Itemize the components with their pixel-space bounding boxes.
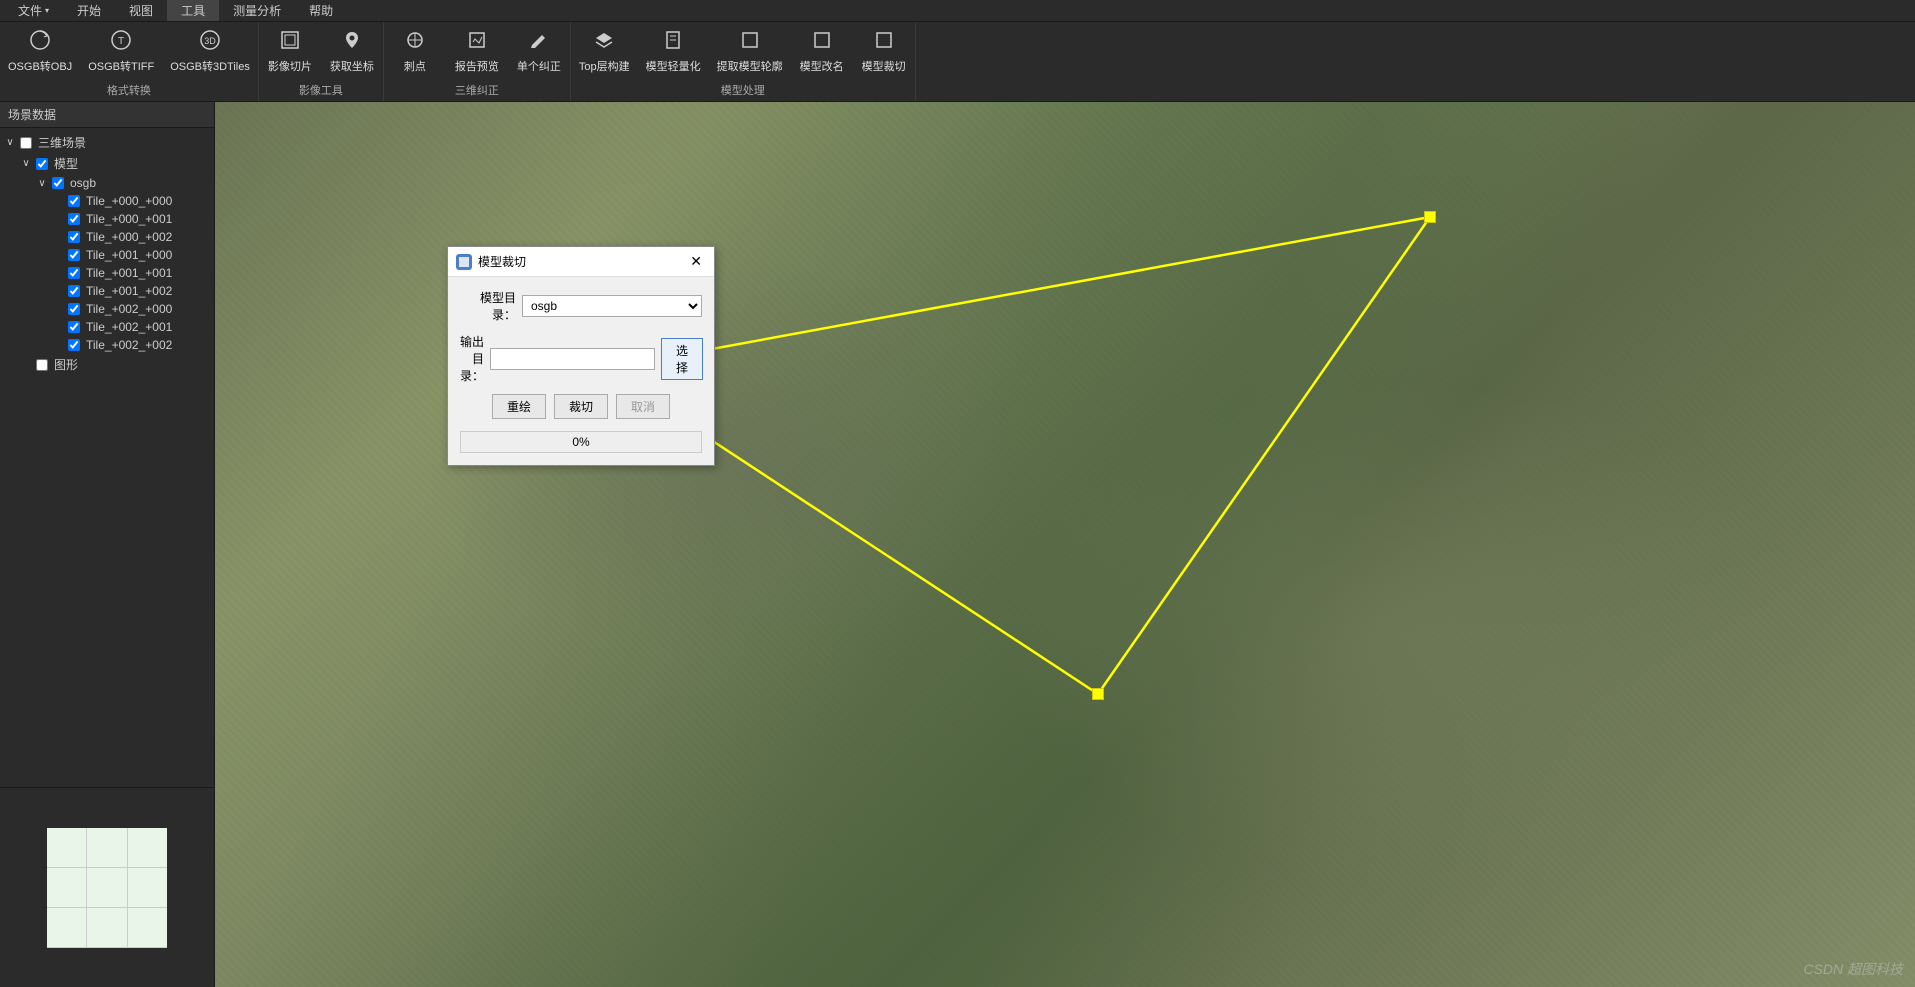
tree-model[interactable]: ∨模型 [0, 153, 214, 174]
menu-file[interactable]: 文件▾ [4, 0, 63, 21]
tree-shapes[interactable]: 图形 [0, 354, 214, 375]
watermark: CSDN 超图科技 [1803, 959, 1903, 979]
tree-checkbox[interactable] [52, 177, 64, 189]
model-crop-dialog[interactable]: 模型裁切 ✕ 模型目录： osgb 输出目录： 选择 重绘 裁切 取消 [447, 246, 715, 466]
ribbon-group-label: 三维纠正 [384, 80, 570, 102]
tree-tile-item[interactable]: Tile_+001_+000 [0, 246, 214, 264]
model-dir-select[interactable]: osgb [522, 295, 702, 317]
convert-3dtiles-icon: 3D [198, 28, 222, 52]
3d-viewport[interactable]: CSDN 超图科技 模型裁切 ✕ 模型目录： osgb 输出目录： 选择 [215, 102, 1915, 987]
close-icon[interactable]: ✕ [686, 253, 706, 270]
menu-help[interactable]: 帮助 [295, 0, 347, 21]
progress-bar: 0% [460, 431, 702, 453]
tree-root[interactable]: ∨三维场景 [0, 132, 214, 153]
dialog-titlebar[interactable]: 模型裁切 ✕ [448, 247, 714, 277]
tree-tile-item[interactable]: Tile_+000_+000 [0, 192, 214, 210]
top-layer-icon [592, 28, 616, 52]
tree-checkbox[interactable] [68, 303, 80, 315]
get-coordinate-button[interactable]: 获取坐标 [321, 22, 383, 80]
tree-osgb[interactable]: ∨osgb [0, 174, 214, 192]
tree-tile-item[interactable]: Tile_+002_+000 [0, 300, 214, 318]
osgb-to-obj-button[interactable]: OSGB转OBJ [0, 22, 80, 80]
polygon-vertex[interactable] [1424, 211, 1436, 223]
model-crop-button[interactable]: 模型裁切 [853, 22, 915, 80]
ribbon-toolbar: OSGB转OBJ TOSGB转TIFF 3DOSGB转3DTiles 格式转换 … [0, 22, 1915, 102]
tree-tile-item[interactable]: Tile_+002_+001 [0, 318, 214, 336]
svg-text:T: T [118, 36, 124, 47]
crop-icon [872, 28, 896, 52]
minimap[interactable] [0, 787, 214, 987]
tree-toggle-icon[interactable]: ∨ [4, 137, 16, 148]
dialog-app-icon [456, 254, 472, 270]
extract-icon [738, 28, 762, 52]
tree-checkbox[interactable] [68, 249, 80, 261]
correct-icon [527, 28, 551, 52]
menu-start[interactable]: 开始 [63, 0, 115, 21]
tree-checkbox[interactable] [68, 285, 80, 297]
tree-checkbox[interactable] [68, 339, 80, 351]
prick-point-button[interactable]: 刺点 [384, 22, 446, 80]
tile-icon [278, 28, 302, 52]
minimap-grid [47, 828, 167, 948]
rename-icon [810, 28, 834, 52]
convert-obj-icon [28, 28, 52, 52]
ribbon-group-label: 模型处理 [571, 80, 915, 102]
tree-checkbox[interactable] [68, 231, 80, 243]
output-dir-label: 输出目录： [460, 333, 484, 384]
top-layer-button[interactable]: Top层构建 [571, 22, 638, 80]
tree-tile-item[interactable]: Tile_+001_+001 [0, 264, 214, 282]
redraw-button[interactable]: 重绘 [492, 394, 546, 419]
tree-checkbox[interactable] [68, 213, 80, 225]
tree-checkbox[interactable] [68, 267, 80, 279]
lightweight-icon [661, 28, 685, 52]
tree-checkbox[interactable] [20, 137, 32, 149]
extract-outline-button[interactable]: 提取模型轮廓 [709, 22, 791, 80]
prick-icon [403, 28, 427, 52]
tree-checkbox[interactable] [68, 195, 80, 207]
menu-tools[interactable]: 工具 [167, 0, 219, 21]
image-tile-button[interactable]: 影像切片 [259, 22, 321, 80]
model-rename-button[interactable]: 模型改名 [791, 22, 853, 80]
svg-text:3D: 3D [204, 36, 216, 46]
model-dir-label: 模型目录： [460, 289, 516, 323]
tree-checkbox[interactable] [36, 158, 48, 170]
tree-checkbox[interactable] [36, 359, 48, 371]
report-icon [465, 28, 489, 52]
menu-view[interactable]: 视图 [115, 0, 167, 21]
single-correct-button[interactable]: 单个纠正 [508, 22, 570, 80]
sidebar: 场景数据 ∨三维场景 ∨模型 ∨osgb Tile_+000_+000Tile_… [0, 102, 215, 987]
cancel-button[interactable]: 取消 [616, 394, 670, 419]
tree-tile-item[interactable]: Tile_+000_+002 [0, 228, 214, 246]
ribbon-group-correct: 刺点 报告预览 单个纠正 三维纠正 [384, 22, 571, 101]
model-lightweight-button[interactable]: 模型轻量化 [638, 22, 709, 80]
ribbon-group-label: 影像工具 [259, 80, 383, 102]
coordinate-icon [340, 28, 364, 52]
dropdown-arrow-icon: ▾ [45, 6, 49, 15]
polygon-vertex[interactable] [1092, 688, 1104, 700]
dialog-title-text: 模型裁切 [478, 253, 526, 270]
menu-measure[interactable]: 测量分析 [219, 0, 295, 21]
osgb-to-tiff-button[interactable]: TOSGB转TIFF [80, 22, 162, 80]
terrain-render [215, 102, 1915, 987]
browse-button[interactable]: 选择 [661, 338, 703, 380]
scene-tree[interactable]: ∨三维场景 ∨模型 ∨osgb Tile_+000_+000Tile_+000_… [0, 128, 214, 787]
scene-data-panel-title: 场景数据 [0, 102, 214, 128]
convert-tiff-icon: T [109, 28, 133, 52]
crop-button[interactable]: 裁切 [554, 394, 608, 419]
ribbon-group-model: Top层构建 模型轻量化 提取模型轮廓 模型改名 模型裁切 模型处理 [571, 22, 916, 101]
tree-tile-item[interactable]: Tile_+002_+002 [0, 336, 214, 354]
ribbon-group-format: OSGB转OBJ TOSGB转TIFF 3DOSGB转3DTiles 格式转换 [0, 22, 259, 101]
tree-tile-item[interactable]: Tile_+000_+001 [0, 210, 214, 228]
ribbon-group-label: 格式转换 [0, 80, 258, 102]
menu-bar: 文件▾ 开始 视图 工具 测量分析 帮助 [0, 0, 1915, 22]
tree-checkbox[interactable] [68, 321, 80, 333]
report-preview-button[interactable]: 报告预览 [446, 22, 508, 80]
tree-tile-item[interactable]: Tile_+001_+002 [0, 282, 214, 300]
tree-toggle-icon[interactable]: ∨ [20, 158, 32, 169]
ribbon-group-image: 影像切片 获取坐标 影像工具 [259, 22, 384, 101]
tree-toggle-icon[interactable]: ∨ [36, 178, 48, 189]
osgb-to-3dtiles-button[interactable]: 3DOSGB转3DTiles [162, 22, 258, 80]
output-dir-input[interactable] [490, 348, 655, 370]
